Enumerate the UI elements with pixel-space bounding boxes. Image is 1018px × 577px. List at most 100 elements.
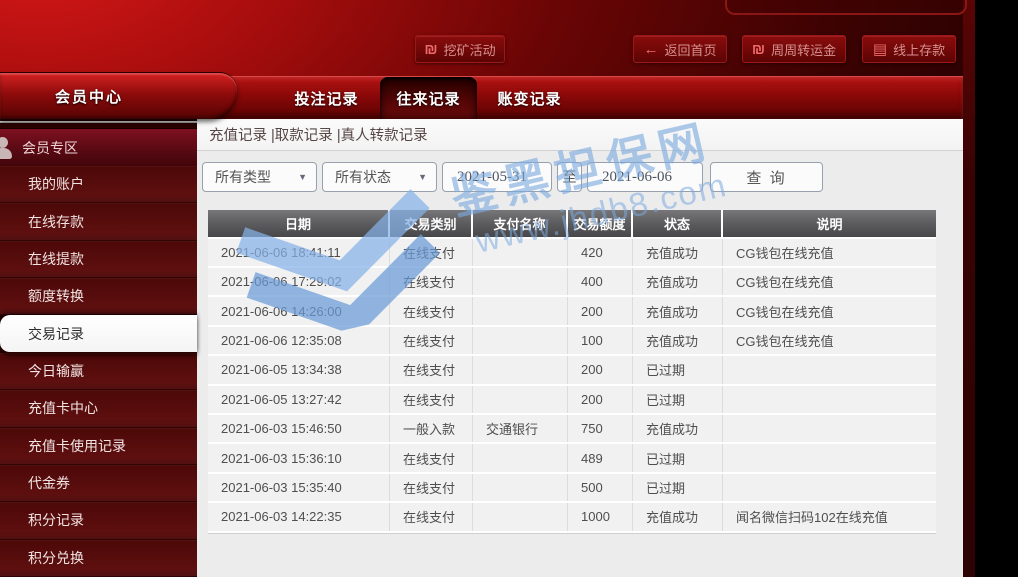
subnav-entry: 充值记录 <box>209 124 267 145</box>
table-header-label: 交易类别 <box>404 214 456 233</box>
table-header-label: 日期 <box>285 214 311 233</box>
cell-amount: 200 <box>568 297 633 324</box>
sidebar-item-label: 充值卡使用记录 <box>28 436 126 456</box>
table-header-label: 状态 <box>664 214 690 233</box>
tab[interactable]: 账变记录 <box>477 77 582 119</box>
sidebar-item[interactable]: 充值卡使用记录 <box>0 428 197 465</box>
cell-payment-name <box>473 356 568 383</box>
cell-date: 2021-06-03 15:46:50 <box>208 415 390 442</box>
sidebar-item[interactable]: 在线存款 <box>0 203 197 240</box>
back-arrow-icon: ← <box>643 42 658 57</box>
cell-status: 充值成功 <box>633 297 723 324</box>
sidebar-item[interactable]: 今日输赢 <box>0 353 197 390</box>
cell-amount: 100 <box>568 327 633 354</box>
cell-transaction-type: 在线支付 <box>390 386 473 413</box>
cell-status: 充值成功 <box>633 415 723 442</box>
cell-description: CG钱包在线充值 <box>723 327 936 354</box>
cell-date: 2021-06-05 13:34:38 <box>208 356 390 383</box>
sidebar-item[interactable]: 积分记录 <box>0 502 197 539</box>
table-body: 2021-06-06 18:41:11 在线支付 420 充值成功 CG钱包在线… <box>208 239 936 533</box>
cell-payment-name: 交通银行 <box>473 415 568 442</box>
sidebar-item[interactable]: 在线提款 <box>0 241 197 278</box>
page-title: 会员中心 <box>55 86 123 107</box>
sidebar-item[interactable]: 额度转换 <box>0 278 197 315</box>
search-button[interactable]: 查 询 <box>710 162 823 192</box>
cell-description <box>723 415 936 442</box>
header-button[interactable]: ← 返回首页 <box>633 35 727 63</box>
right-edge-strip <box>963 0 975 577</box>
table-row: 2021-06-06 18:41:11 在线支付 420 充值成功 CG钱包在线… <box>208 239 936 268</box>
cell-status: 充值成功 <box>633 327 723 354</box>
sidebar-item[interactable]: 交易记录 <box>0 315 197 352</box>
tab[interactable]: 投注记录 <box>269 77 384 119</box>
cell-date: 2021-06-05 13:27:42 <box>208 386 390 413</box>
date-from-input[interactable] <box>442 162 552 192</box>
sidebar-item-label: 代金券 <box>28 473 70 493</box>
cell-transaction-type: 在线支付 <box>390 474 473 501</box>
cell-status: 已过期 <box>633 356 723 383</box>
cell-description <box>723 474 936 501</box>
shekel-icon: ₪ <box>424 42 437 57</box>
transaction-table: 日期 交易类别 支付名称 交易额度 状态 <box>208 210 936 533</box>
cell-amount: 200 <box>568 386 633 413</box>
tab-label: 账变记录 <box>497 88 561 109</box>
cell-payment-name <box>473 444 568 471</box>
header-button[interactable]: ₪ 挖矿活动 <box>415 35 505 63</box>
type-select[interactable]: 所有类型 ▼ <box>202 162 317 192</box>
subnav-link[interactable]: 充值记录 <box>209 128 267 144</box>
sidebar-item-label: 今日输赢 <box>28 361 84 381</box>
cell-description <box>723 444 936 471</box>
sidebar-item-label: 充值卡中心 <box>28 398 98 418</box>
cell-date: 2021-06-06 17:29:02 <box>208 268 390 295</box>
cell-amount: 489 <box>568 444 633 471</box>
cell-transaction-type: 在线支付 <box>390 239 473 266</box>
table-row: 2021-06-03 15:35:40 在线支付 500 已过期 <box>208 474 936 503</box>
sidebar-item-label: 在线存款 <box>28 212 84 232</box>
table-row: 2021-06-03 14:22:35 在线支付 1000 充值成功 闻名微信扫… <box>208 503 936 532</box>
sidebar-item-label: 积分记录 <box>28 510 84 530</box>
sidebar-item[interactable]: 充值卡中心 <box>0 390 197 427</box>
cell-description <box>723 356 936 383</box>
cell-amount: 750 <box>568 415 633 442</box>
sidebar-item-label: 积分兑换 <box>28 548 84 568</box>
subnav-separator: | <box>267 128 275 144</box>
sidebar-item[interactable]: 代金券 <box>0 465 197 502</box>
subnav-link[interactable]: 真人转款记录 <box>341 128 428 144</box>
range-separator-label: 至 <box>563 167 577 187</box>
cell-amount: 400 <box>568 268 633 295</box>
search-button-label: 查 询 <box>746 167 786 188</box>
subnav-link[interactable]: 取款记录 <box>275 128 333 144</box>
cell-date: 2021-06-06 12:35:08 <box>208 327 390 354</box>
sidebar: 会员专区 我的账户 在线存款 在线提款 额度转换 <box>0 118 197 577</box>
tab[interactable]: 往来记录 <box>380 77 477 119</box>
status-select-value: 所有状态 <box>335 167 391 187</box>
cell-transaction-type: 在线支付 <box>390 268 473 295</box>
date-to-input[interactable] <box>587 162 703 192</box>
sidebar-item[interactable]: 积分兑换 <box>0 540 197 577</box>
sidebar-item[interactable]: 我的账户 <box>0 166 197 203</box>
record-subnav: 充值记录 |取款记录 |真人转款记录 <box>197 118 963 151</box>
table-header-row: 日期 交易类别 支付名称 交易额度 状态 <box>208 210 936 239</box>
table-header-label: 说明 <box>816 214 842 233</box>
type-select-value: 所有类型 <box>215 167 271 187</box>
cell-transaction-type: 在线支付 <box>390 503 473 530</box>
sidebar-section-member-zone[interactable]: 会员专区 <box>0 128 197 166</box>
cell-date: 2021-06-03 15:36:10 <box>208 444 390 471</box>
cell-transaction-type: 在线支付 <box>390 327 473 354</box>
header-button[interactable]: ▤ 线上存款 <box>862 35 956 63</box>
main-content: 充值记录 |取款记录 |真人转款记录 所有类型 ▼ 所有状态 ▼ <box>197 118 963 577</box>
table-row: 2021-06-06 17:29:02 在线支付 400 充值成功 CG钱包在线… <box>208 268 936 297</box>
header-button[interactable]: ₪ 周周转运金 <box>742 35 846 63</box>
cell-transaction-type: 在线支付 <box>390 356 473 383</box>
cell-date: 2021-06-06 14:26:00 <box>208 297 390 324</box>
table-header-label: 交易额度 <box>573 214 625 233</box>
header-button-row: ₪ 挖矿活动 ← 返回首页 ₪ 周周转运金 ▤ 线上存款 <box>0 0 975 70</box>
chevron-down-icon: ▼ <box>418 172 427 182</box>
cell-status: 已过期 <box>633 474 723 501</box>
table-row: 2021-06-06 12:35:08 在线支付 100 充值成功 CG钱包在线… <box>208 327 936 356</box>
status-select[interactable]: 所有状态 ▼ <box>322 162 437 192</box>
table-row: 2021-06-03 15:36:10 在线支付 489 已过期 <box>208 444 936 473</box>
chevron-down-icon: ▼ <box>298 172 307 182</box>
cell-date: 2021-06-06 18:41:11 <box>208 239 390 266</box>
tab-label: 投注记录 <box>294 88 358 109</box>
